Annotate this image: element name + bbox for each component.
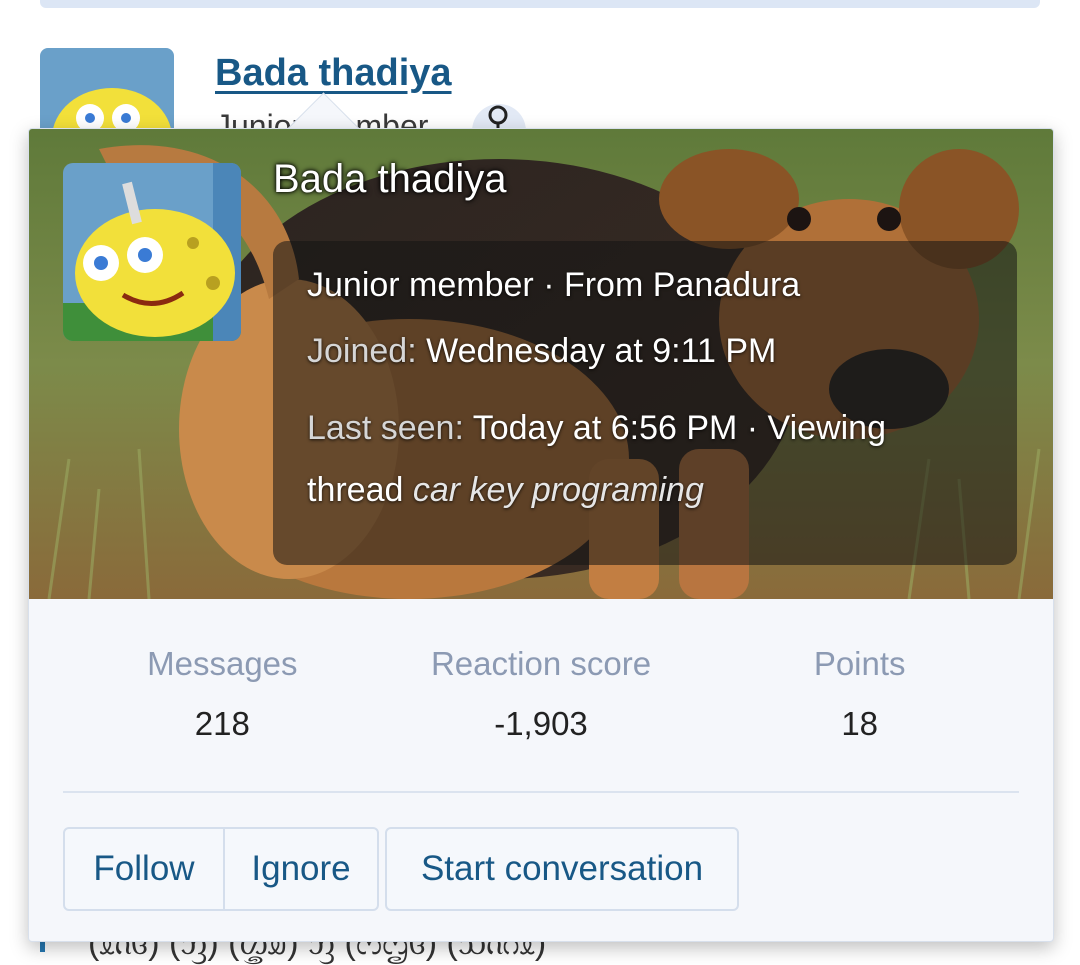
username-link[interactable]: Bada thadiya xyxy=(215,52,452,95)
divider xyxy=(63,791,1019,793)
user-title-location: Junior member · From Panadura xyxy=(307,266,801,304)
stat-label: Messages xyxy=(147,645,298,682)
popup-username[interactable]: Bada thadiya xyxy=(273,157,507,202)
stat-label: Reaction score xyxy=(430,645,652,682)
stat-reaction-score: Reaction score -1,903 xyxy=(382,617,701,787)
joined-value: Wednesday at 9:11 PM xyxy=(426,332,777,370)
activity-prefix: thread xyxy=(307,471,404,509)
last-seen-label: Last seen: xyxy=(307,409,464,447)
user-stats: Messages 218 Reaction score -1,903 Point… xyxy=(63,617,1019,787)
stat-value: -1,903 xyxy=(494,705,588,742)
member-tooltip: Bada thadiya Junior member · From Panadu… xyxy=(28,128,1054,942)
stat-label: Points xyxy=(813,645,906,682)
follow-button[interactable]: Follow xyxy=(65,829,225,909)
ignore-button[interactable]: Ignore xyxy=(225,829,377,909)
joined-label: Joined: xyxy=(307,332,417,370)
last-seen-line: Last seen: Today at 6:56 PM · Viewing th… xyxy=(307,397,983,521)
stat-value: 218 xyxy=(194,705,250,742)
stat-value: 18 xyxy=(841,705,879,742)
stat-messages[interactable]: Messages 218 xyxy=(63,617,382,787)
stat-points[interactable]: Points 18 xyxy=(700,617,1019,787)
user-info-box: Junior member · From Panadura Joined: We… xyxy=(273,241,1017,565)
spongebob-avatar-image xyxy=(63,163,241,341)
start-conversation-button[interactable]: Start conversation xyxy=(385,827,739,911)
joined-line: Joined: Wednesday at 9:11 PM xyxy=(307,331,983,371)
popup-avatar[interactable] xyxy=(63,163,241,341)
activity-thread-link[interactable]: car key programing xyxy=(413,471,704,509)
top-panel-strip xyxy=(40,0,1040,8)
last-seen-value: Today at 6:56 PM · Viewing xyxy=(472,409,886,447)
follow-ignore-group: Follow Ignore xyxy=(63,827,379,911)
